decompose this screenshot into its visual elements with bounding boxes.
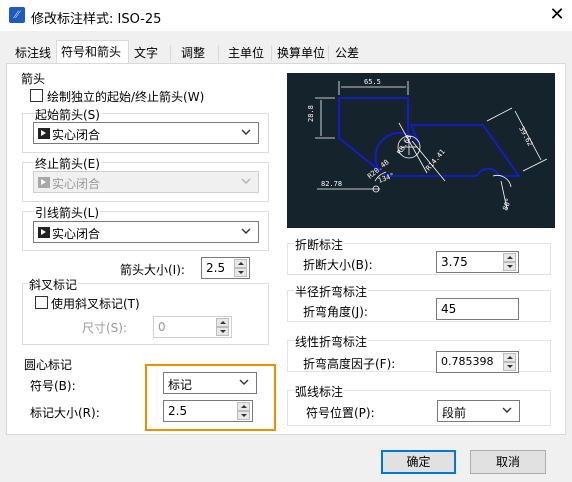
tab-fit[interactable]: 调整: [177, 43, 209, 63]
arrowheads-heading: 箭头: [21, 72, 46, 86]
arc-symbol-position-value: 段前: [442, 406, 467, 420]
tab-text[interactable]: 文字: [130, 43, 162, 63]
tick-size-spinner[interactable]: 0: [153, 316, 232, 338]
chevron-down-icon: [502, 407, 512, 413]
tab-separator: [218, 45, 219, 61]
spin-down-icon[interactable]: [234, 268, 247, 277]
start-arrow-dropdown[interactable]: 实心闭合: [33, 122, 259, 144]
jog-angle-spinner[interactable]: 45: [436, 298, 519, 320]
jog-height-factor-value: 0.785398: [441, 355, 494, 368]
jog-height-factor-label: 折弯高度因子(F):: [303, 357, 396, 371]
highlight-box: [145, 364, 276, 431]
closed-filled-arrow-icon: [38, 227, 50, 238]
architectural-tick-label: 使用斜叉标记(T): [51, 297, 140, 311]
cancel-button[interactable]: 取消: [470, 450, 546, 474]
linear-jog-heading: 线性折弯标注: [294, 333, 369, 350]
preview-dim-label: 39.62: [517, 125, 534, 147]
tick-size-label: 尺寸(S):: [82, 321, 128, 335]
leader-arrow-dropdown[interactable]: 实心闭合: [33, 221, 259, 243]
preview-dim-label: 134°: [377, 172, 396, 185]
center-mark-symbol-label: 符号(B):: [30, 379, 76, 393]
dimension-style-preview: 65.5 28.8 39.62 R8.68 R14.41 R20.48 134°…: [287, 73, 555, 228]
closed-filled-arrow-icon: [38, 128, 50, 139]
independent-arrows-label: 绘制独立的起始/终止箭头(W): [47, 90, 205, 104]
tick-size-value: 0: [158, 320, 166, 334]
arc-length-heading: 弧线标注: [294, 383, 345, 400]
preview-dim-label: 80°: [501, 197, 513, 212]
preview-drawing: 65.5 28.8 39.62 R8.68 R14.41 R20.48 134°…: [307, 78, 548, 212]
arrow-size-label: 箭头大小(I):: [120, 263, 185, 277]
independent-arrows-checkbox[interactable]: [30, 89, 43, 102]
spin-up-icon[interactable]: [503, 353, 516, 362]
break-size-value: 3.75: [441, 255, 468, 269]
app-icon: ∕∕: [9, 7, 25, 23]
radius-jog-heading: 半径折弯标注: [294, 283, 369, 300]
preview-dim-label: 65.5: [364, 78, 381, 86]
window-title: 修改标注样式: ISO-25: [31, 12, 162, 27]
spin-up-icon[interactable]: [503, 253, 516, 262]
arc-symbol-position-dropdown[interactable]: 段前: [437, 400, 520, 422]
spin-down-icon[interactable]: [503, 362, 516, 371]
preview-dim-label: 28.8: [307, 105, 315, 122]
end-arrow-label: 终止箭头(E): [34, 155, 101, 172]
break-size-spinner[interactable]: 3.75: [436, 251, 519, 273]
dimension-break-heading: 折断标注: [294, 236, 345, 253]
arrow-size-spinner[interactable]: 2.5: [201, 257, 250, 279]
architectural-tick-checkbox[interactable]: [35, 296, 48, 309]
jog-angle-label: 折弯角度(J):: [303, 305, 368, 319]
center-mark-heading: 圆心标记: [24, 358, 73, 372]
spin-down-icon[interactable]: [216, 327, 229, 336]
break-size-label: 折断大小(B):: [303, 258, 373, 272]
center-mark-size-label: 标记大小(R):: [30, 406, 100, 420]
arrow-size-value: 2.5: [206, 261, 226, 275]
closed-filled-arrow-icon: [38, 177, 50, 188]
tab-separator: [328, 45, 329, 61]
close-icon[interactable]: ✕: [546, 4, 568, 26]
preview-dim-label: 82.78: [321, 180, 342, 188]
start-arrow-value: 实心闭合: [52, 128, 101, 142]
tab-separator: [271, 45, 272, 61]
start-arrow-label: 起始箭头(S): [34, 106, 101, 123]
chevron-down-icon: [241, 129, 251, 135]
tab-separator: [170, 45, 171, 61]
architectural-tick-heading: 斜叉标记: [28, 276, 79, 293]
tab-primary-units[interactable]: 主单位: [224, 43, 268, 63]
tab-lines[interactable]: 标注线: [11, 43, 55, 63]
end-arrow-value: 实心闭合: [52, 177, 101, 191]
chevron-down-icon: [241, 228, 251, 234]
leader-arrow-value: 实心闭合: [52, 227, 101, 241]
chevron-down-icon: [241, 178, 251, 184]
arc-symbol-position-label: 符号位置(P):: [306, 406, 375, 420]
leader-arrow-label: 引线箭头(L): [34, 204, 101, 221]
tab-symbols-arrows[interactable]: 符号和箭头: [56, 40, 129, 64]
ok-button[interactable]: 确定: [381, 450, 456, 474]
spin-up-icon[interactable]: [234, 259, 247, 268]
jog-angle-value: 45: [441, 302, 457, 316]
jog-height-factor-spinner[interactable]: 0.785398: [436, 351, 519, 373]
end-arrow-dropdown[interactable]: 实心闭合: [33, 171, 259, 193]
tab-alternate-units[interactable]: 换算单位: [273, 43, 329, 63]
spin-up-icon[interactable]: [216, 318, 229, 327]
tab-tolerances[interactable]: 公差: [331, 43, 363, 63]
spin-down-icon[interactable]: [503, 262, 516, 271]
